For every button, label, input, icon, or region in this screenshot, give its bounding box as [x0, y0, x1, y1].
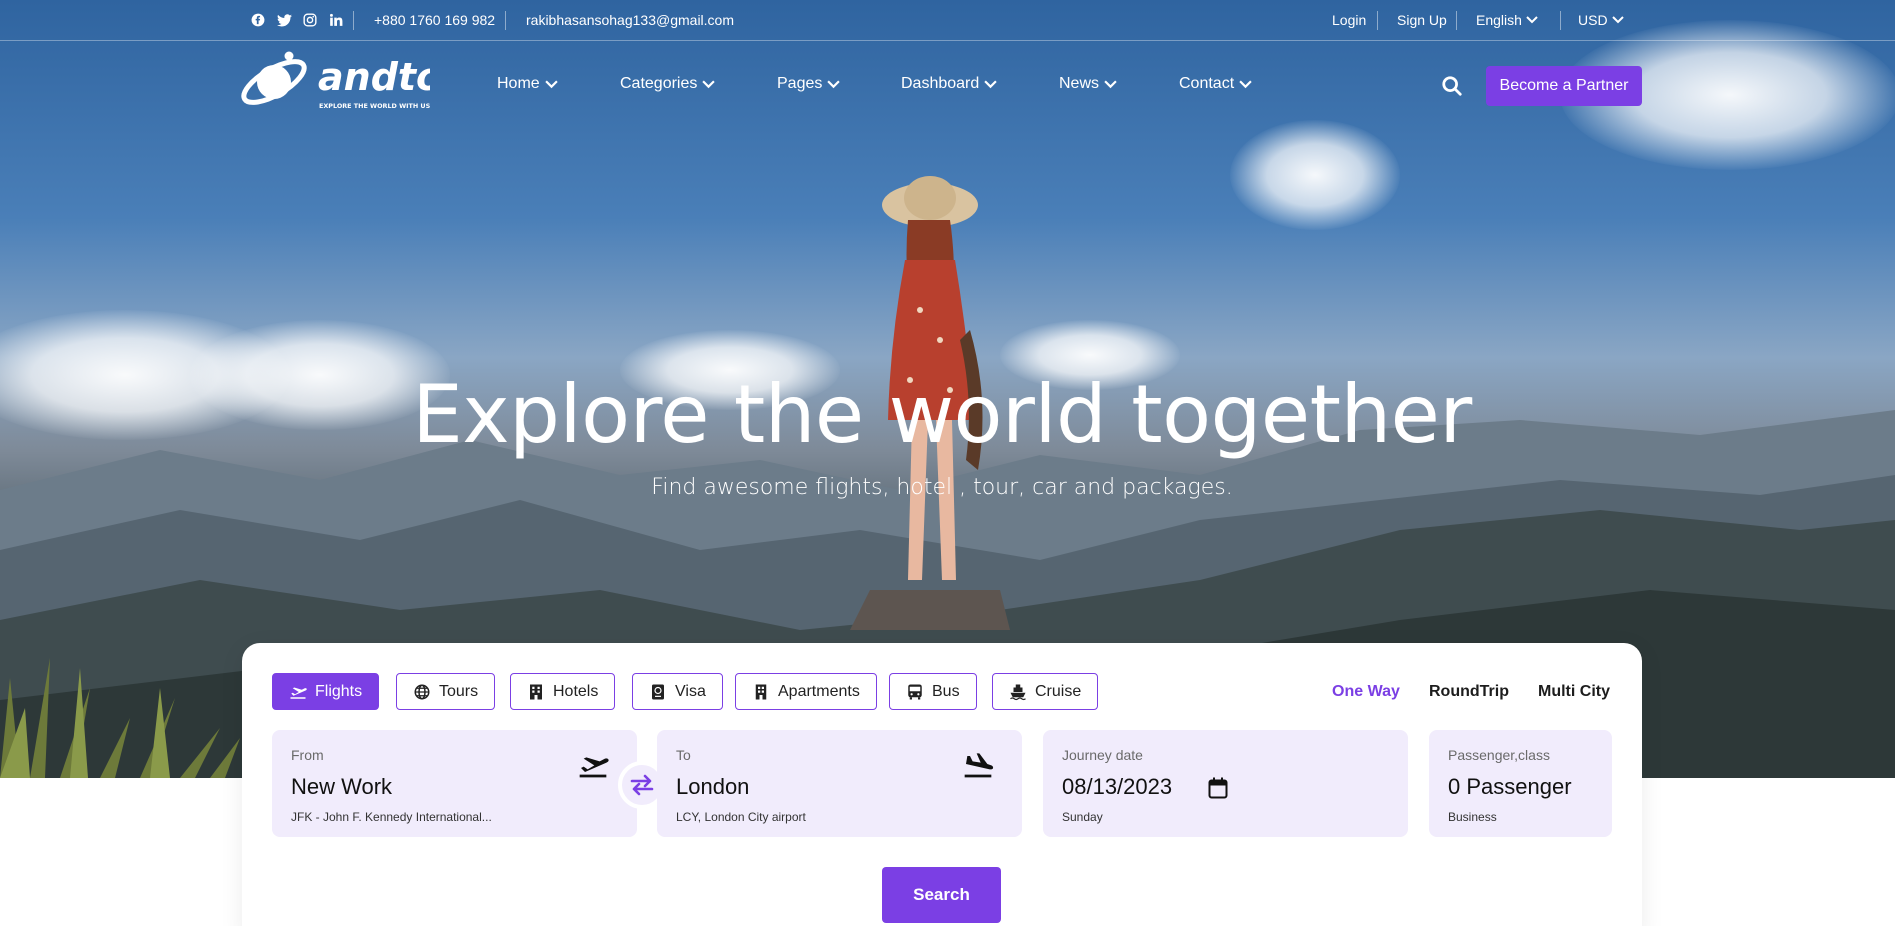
- logo-text: andtour: [318, 55, 430, 99]
- search-card: Flights Tours Hotels Visa Apartments Bus…: [242, 643, 1642, 926]
- tab-label: Cruise: [1035, 682, 1082, 700]
- grass-foreground: [0, 658, 240, 778]
- plane-departure-icon: [579, 757, 609, 778]
- logo-tagline: EXPLORE THE WORLD WITH US: [319, 102, 430, 110]
- from-field[interactable]: From New Work JFK - John F. Kennedy Inte…: [272, 730, 637, 837]
- tab-hotels[interactable]: Hotels: [510, 673, 616, 710]
- passenger-count: 0 Passenger: [1448, 774, 1572, 799]
- nav-item-label: Categories: [620, 75, 698, 92]
- divider: [505, 11, 506, 30]
- from-airport: JFK - John F. Kennedy International...: [291, 810, 492, 824]
- trip-multi-city[interactable]: Multi City: [1538, 683, 1610, 701]
- to-label: To: [676, 747, 691, 763]
- journey-day: Sunday: [1062, 810, 1103, 824]
- apartment-icon: [755, 684, 767, 699]
- divider: [1377, 11, 1378, 30]
- chevron-down-icon: [1611, 16, 1624, 24]
- to-value: London: [676, 774, 750, 799]
- tab-bus[interactable]: Bus: [889, 673, 977, 710]
- search-icon[interactable]: [1441, 75, 1463, 97]
- login-link[interactable]: Login: [1332, 12, 1366, 28]
- facebook-icon[interactable]: [250, 12, 266, 28]
- become-partner-button[interactable]: Become a Partner: [1486, 66, 1642, 106]
- instagram-icon[interactable]: [302, 12, 318, 28]
- from-label: From: [291, 747, 324, 763]
- nav-item-home[interactable]: Home: [497, 75, 558, 93]
- journey-date-value: 08/13/2023: [1062, 774, 1173, 799]
- nav-item-label: Pages: [777, 75, 823, 92]
- chevron-down-icon: [984, 79, 997, 88]
- signup-link[interactable]: Sign Up: [1397, 12, 1447, 28]
- chevron-down-icon: [1239, 79, 1252, 88]
- nav-item-dashboard[interactable]: Dashboard: [901, 75, 997, 93]
- andtour-logo[interactable]: andtour EXPLORE THE WORLD WITH US: [240, 50, 430, 114]
- nav-item-contact[interactable]: Contact: [1179, 75, 1252, 93]
- passport-icon: [652, 684, 664, 699]
- chevron-down-icon: [1104, 79, 1117, 88]
- tab-label: Apartments: [778, 682, 860, 700]
- currency-label: USD: [1578, 12, 1608, 28]
- tab-flights[interactable]: Flights: [272, 673, 380, 710]
- email-address[interactable]: rakibhasansohag133@gmail.com: [526, 12, 734, 28]
- tab-label: Tours: [439, 682, 479, 700]
- chevron-down-icon: [1526, 16, 1538, 24]
- nav-item-label: Contact: [1179, 75, 1235, 92]
- calendar-icon[interactable]: [1208, 777, 1228, 799]
- phone-number[interactable]: +880 1760 169 982: [374, 12, 495, 28]
- hero-subtitle: Find awesome flights, hotel , tour, car …: [651, 475, 1233, 500]
- tab-label: Flights: [315, 682, 363, 700]
- journey-date-label: Journey date: [1062, 747, 1143, 763]
- divider: [353, 11, 354, 30]
- ship-icon: [1010, 684, 1026, 700]
- globe-icon: [414, 684, 430, 699]
- twitter-icon[interactable]: [276, 12, 292, 28]
- linkedin-icon[interactable]: [328, 12, 344, 28]
- passenger-class-label: Passenger,class: [1448, 747, 1550, 763]
- travel-class: Business: [1448, 810, 1497, 824]
- trip-roundtrip[interactable]: RoundTrip: [1429, 683, 1509, 701]
- search-button[interactable]: Search: [882, 867, 1001, 923]
- trip-one-way[interactable]: One Way: [1332, 683, 1400, 701]
- journey-date-field[interactable]: Journey date 08/13/2023 Sunday: [1043, 730, 1408, 837]
- from-value: New Work: [291, 774, 393, 799]
- tab-cruise[interactable]: Cruise: [992, 673, 1099, 710]
- bus-icon: [908, 684, 922, 699]
- nav-item-label: News: [1059, 75, 1100, 92]
- tab-label: Hotels: [553, 682, 599, 700]
- swap-arrows-icon: [630, 774, 654, 796]
- tab-tours[interactable]: Tours: [396, 673, 496, 710]
- nav-item-label: Home: [497, 75, 540, 92]
- plane-arrival-icon: [964, 753, 994, 778]
- tab-label: Visa: [675, 682, 706, 700]
- social-links: [250, 12, 344, 28]
- tab-visa[interactable]: Visa: [632, 673, 723, 710]
- plane-icon: [290, 687, 307, 699]
- chevron-down-icon: [702, 79, 716, 88]
- chevron-down-icon: [827, 79, 841, 88]
- tab-label: Bus: [932, 682, 960, 700]
- nav-item-news[interactable]: News: [1059, 75, 1117, 93]
- building-icon: [530, 684, 542, 699]
- nav-item-label: Dashboard: [901, 75, 980, 92]
- divider: [1560, 11, 1561, 30]
- currency-dropdown[interactable]: USD: [1578, 12, 1624, 28]
- hero-title: Explore the world together: [412, 368, 1472, 461]
- cloud: [1230, 120, 1400, 230]
- to-field[interactable]: To London LCY, London City airport: [657, 730, 1022, 837]
- language-dropdown[interactable]: English: [1476, 12, 1538, 28]
- chevron-down-icon: [545, 79, 558, 88]
- top-bar: +880 1760 169 982 rakibhasansohag133@gma…: [0, 0, 1895, 41]
- nav-item-pages[interactable]: Pages: [777, 75, 841, 93]
- language-label: English: [1476, 12, 1522, 28]
- tab-apartments[interactable]: Apartments: [735, 673, 877, 710]
- divider: [1456, 11, 1457, 30]
- nav-item-categories[interactable]: Categories: [620, 75, 716, 93]
- passenger-class-field[interactable]: Passenger,class 0 Passenger Business: [1429, 730, 1612, 837]
- to-airport: LCY, London City airport: [676, 810, 806, 824]
